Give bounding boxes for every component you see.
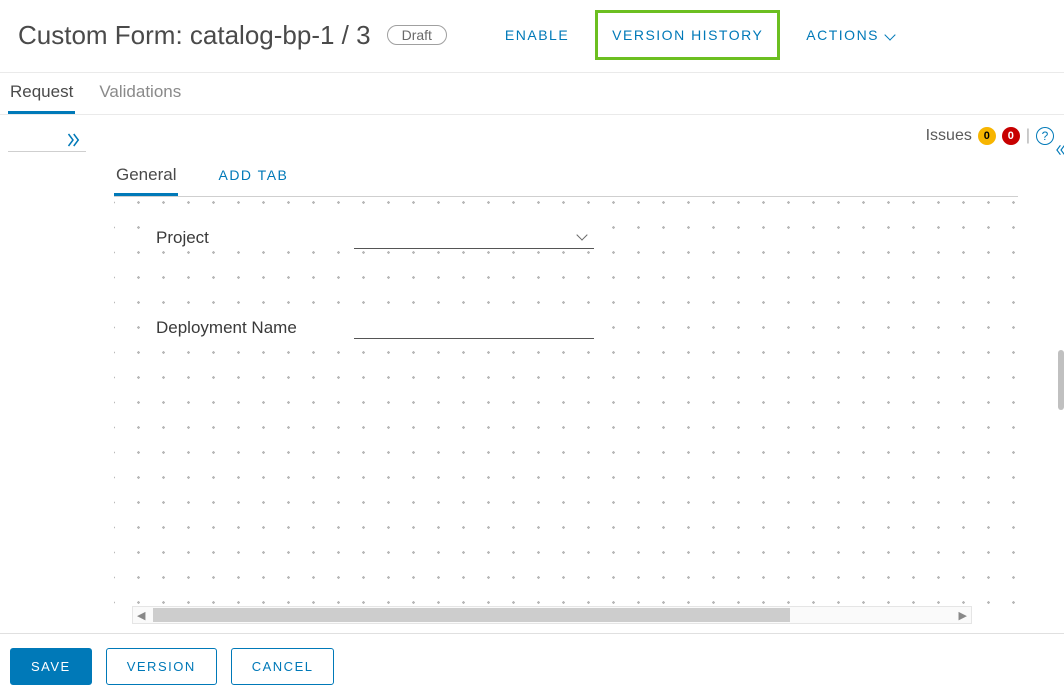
field-project[interactable]: Project	[152, 225, 598, 251]
tab-request[interactable]: Request	[8, 73, 75, 114]
error-badge[interactable]: 0	[1002, 127, 1020, 145]
warning-badge[interactable]: 0	[978, 127, 996, 145]
actions-menu-label: ACTIONS	[806, 27, 879, 43]
chevron-down-icon	[576, 229, 587, 240]
field-deployment-name[interactable]: Deployment Name	[152, 315, 598, 341]
issues-bar: Issues 0 0 | ?	[96, 115, 1064, 157]
chevron-down-icon	[885, 29, 896, 40]
scroll-right-icon[interactable]: ▶	[959, 609, 967, 622]
deployment-name-label: Deployment Name	[156, 318, 336, 338]
page-title: Custom Form: catalog-bp-1 / 3	[18, 20, 371, 51]
expand-right-panel-icon[interactable]	[1054, 140, 1064, 160]
tab-general[interactable]: General	[114, 157, 178, 196]
scroll-left-icon[interactable]: ◀	[137, 609, 145, 622]
footer-bar: SAVE VERSION CANCEL	[0, 633, 1064, 699]
cancel-button[interactable]: CANCEL	[231, 648, 335, 685]
project-label: Project	[156, 228, 336, 248]
project-dropdown[interactable]	[354, 227, 594, 249]
version-button[interactable]: VERSION	[106, 648, 217, 685]
deployment-name-input[interactable]	[354, 317, 594, 339]
scrollbar-thumb[interactable]	[153, 608, 790, 622]
form-designer-canvas[interactable]: Project Deployment Name	[114, 197, 1018, 624]
status-badge-draft: Draft	[387, 25, 447, 45]
issues-label: Issues	[926, 127, 972, 145]
expand-left-panel-icon[interactable]	[64, 131, 82, 149]
subtabs: Request Validations	[0, 72, 1064, 115]
vertical-scrollbar-thumb[interactable]	[1058, 350, 1064, 410]
left-panel-collapsed	[0, 115, 96, 624]
divider: |	[1026, 127, 1030, 145]
horizontal-scrollbar[interactable]: ◀ ▶	[132, 606, 972, 624]
form-tabs: General ADD TAB	[114, 157, 1018, 197]
help-icon[interactable]: ?	[1036, 127, 1054, 145]
actions-menu-button[interactable]: ACTIONS	[794, 21, 906, 49]
version-history-button[interactable]: VERSION HISTORY	[595, 10, 780, 60]
header-bar: Custom Form: catalog-bp-1 / 3 Draft ENAB…	[0, 0, 1064, 72]
left-panel-underline	[8, 151, 86, 152]
add-tab-button[interactable]: ADD TAB	[218, 157, 288, 196]
enable-button[interactable]: ENABLE	[493, 21, 581, 49]
tab-validations[interactable]: Validations	[97, 73, 183, 114]
save-button[interactable]: SAVE	[10, 648, 92, 685]
